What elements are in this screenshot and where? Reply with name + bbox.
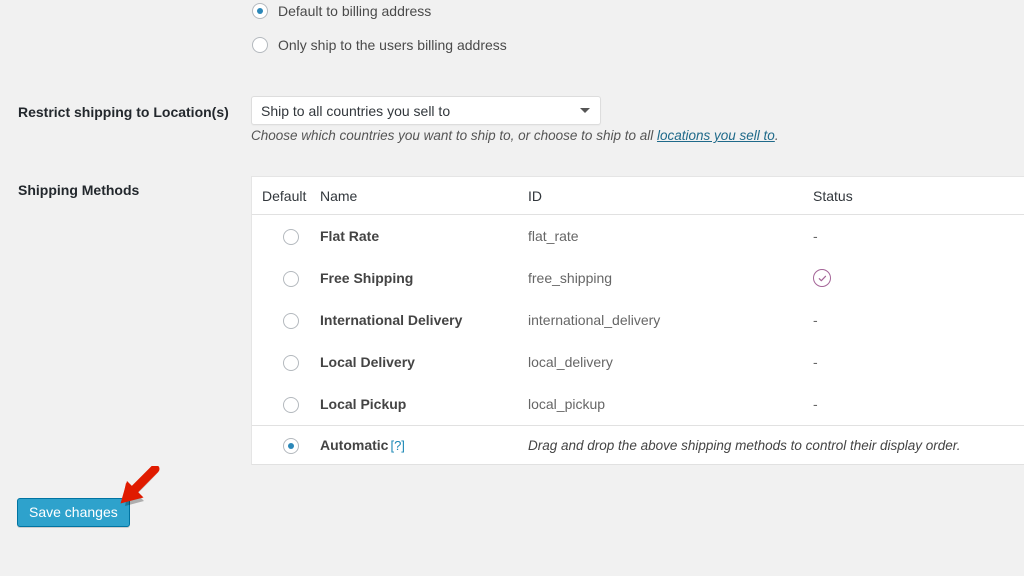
column-header-status: Status [813, 188, 1024, 204]
helper-suffix: . [775, 128, 779, 143]
method-id: local_pickup [528, 396, 605, 412]
status-cell: - [813, 396, 1024, 412]
shipping-destination-option-only-billing[interactable]: Only ship to the users billing address [252, 36, 507, 54]
method-name: Free Shipping [320, 270, 413, 286]
status-cell: - [813, 354, 1024, 370]
status-value: - [813, 228, 818, 244]
id-cell: free_shipping [528, 270, 813, 286]
status-cell [813, 269, 1024, 287]
radio-default-local-delivery[interactable] [283, 355, 299, 371]
shipping-settings-page: Default to billing address Only ship to … [0, 0, 1024, 576]
shipping-destination-option-label: Default to billing address [278, 2, 431, 20]
table-header-row: Default Name ID Status [252, 177, 1024, 215]
method-name: Flat Rate [320, 228, 379, 244]
status-value: - [813, 312, 818, 328]
radio-default-flat-rate[interactable] [283, 229, 299, 245]
column-header-id: ID [528, 188, 813, 204]
status-value: - [813, 396, 818, 412]
name-cell: Local Delivery [320, 354, 528, 370]
id-cell: international_delivery [528, 312, 813, 328]
shipping-methods-label: Shipping Methods [18, 181, 238, 200]
method-id: local_delivery [528, 354, 613, 370]
name-cell: Local Pickup [320, 396, 528, 412]
save-changes-button[interactable]: Save changes [17, 498, 130, 527]
default-cell [252, 311, 320, 328]
table-row[interactable]: Flat Rate flat_rate - [252, 215, 1024, 257]
status-enabled-check-icon [813, 269, 831, 287]
default-cell [252, 395, 320, 412]
chevron-down-icon [580, 108, 590, 113]
locations-you-sell-to-link[interactable]: locations you sell to [657, 128, 775, 143]
name-cell: Free Shipping [320, 270, 528, 286]
status-value: - [813, 354, 818, 370]
default-cell [252, 436, 320, 453]
table-row[interactable]: Local Pickup local_pickup - [252, 383, 1024, 425]
shipping-destination-option-label: Only ship to the users billing address [278, 36, 507, 54]
table-row[interactable]: International Delivery international_deli… [252, 299, 1024, 341]
method-name: Local Pickup [320, 396, 406, 412]
table-row-automatic[interactable]: Automatic[?] Drag and drop the above shi… [252, 425, 1024, 465]
column-header-default: Default [252, 188, 320, 204]
shipping-methods-table: Default Name ID Status Flat Rate flat_rat… [251, 176, 1024, 465]
name-cell: International Delivery [320, 312, 528, 328]
method-name: International Delivery [320, 312, 462, 328]
radio-default-to-billing-address[interactable] [252, 3, 268, 19]
default-cell [252, 227, 320, 244]
restrict-shipping-select[interactable]: Ship to all countries you sell to [251, 96, 601, 125]
table-row[interactable]: Free Shipping free_shipping [252, 257, 1024, 299]
method-id: flat_rate [528, 228, 579, 244]
table-row[interactable]: Local Delivery local_delivery - [252, 341, 1024, 383]
method-id: international_delivery [528, 312, 660, 328]
id-cell: local_delivery [528, 354, 813, 370]
drag-and-drop-note-cell: Drag and drop the above shipping methods… [528, 437, 1024, 453]
helper-prefix: Choose which countries you want to ship … [251, 128, 657, 143]
restrict-shipping-label: Restrict shipping to Location(s) [18, 103, 238, 122]
radio-default-free-shipping[interactable] [283, 271, 299, 287]
id-cell: local_pickup [528, 396, 813, 412]
method-id: free_shipping [528, 270, 612, 286]
name-cell: Flat Rate [320, 228, 528, 244]
radio-default-automatic[interactable] [283, 438, 299, 454]
default-cell [252, 269, 320, 286]
help-tip-icon[interactable]: [?] [390, 438, 404, 453]
status-cell: - [813, 228, 1024, 244]
shipping-destination-option-default-billing[interactable]: Default to billing address [252, 2, 431, 20]
radio-only-ship-to-users-billing-address[interactable] [252, 37, 268, 53]
default-cell [252, 353, 320, 370]
id-cell: flat_rate [528, 228, 813, 244]
restrict-shipping-helper-text: Choose which countries you want to ship … [251, 128, 779, 143]
status-cell: - [813, 312, 1024, 328]
restrict-shipping-select-value: Ship to all countries you sell to [261, 103, 580, 119]
method-name: Local Delivery [320, 354, 415, 370]
radio-default-international-delivery[interactable] [283, 313, 299, 329]
column-header-name: Name [320, 188, 528, 204]
name-cell: Automatic[?] [320, 437, 528, 453]
radio-default-local-pickup[interactable] [283, 397, 299, 413]
drag-and-drop-note: Drag and drop the above shipping methods… [528, 438, 961, 453]
method-name: Automatic [320, 437, 388, 453]
